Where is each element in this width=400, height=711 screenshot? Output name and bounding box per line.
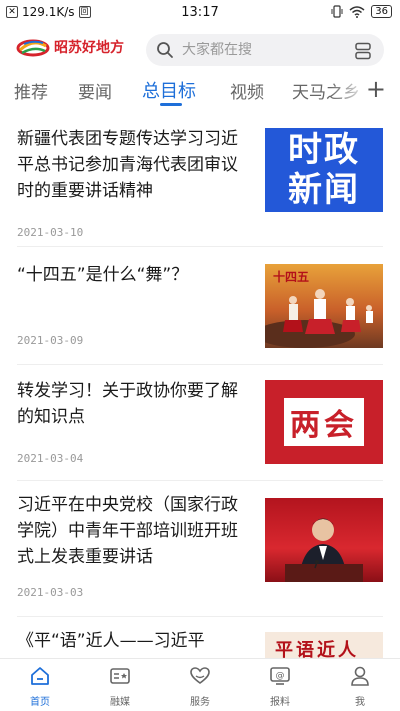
heart-hand-icon: [190, 667, 210, 684]
speaker-photo: [285, 518, 363, 582]
divider: [17, 616, 383, 617]
status-bar: ✕ 129.1K/s 回 13:17 36: [0, 0, 400, 26]
divider: [17, 480, 383, 481]
home-icon: [31, 667, 49, 685]
search-icon: [157, 42, 173, 58]
nav-label: 我: [355, 697, 365, 708]
article-date: 2021-03-04: [17, 452, 84, 465]
article-title[interactable]: 《平“语”近人——习近平: [17, 628, 253, 654]
article-date: 2021-03-09: [17, 334, 84, 347]
report-icon: @: [270, 667, 290, 685]
nav-home[interactable]: 首页: [10, 665, 70, 708]
logo-swirl-icon: [16, 39, 50, 57]
app-header: 昭苏好地方: [0, 30, 400, 70]
divider: [17, 364, 383, 365]
article-thumbnail[interactable]: 十四五: [265, 264, 383, 348]
thumb-text: 时政: [288, 130, 360, 170]
nav-label: 报料: [270, 697, 290, 708]
svg-text:@: @: [276, 671, 285, 681]
divider: [17, 246, 383, 247]
category-tabs: 推荐 要闻 总目标 视频 天马之乡 +: [0, 74, 400, 108]
article-thumbnail[interactable]: 时政 新闻: [265, 128, 383, 212]
article-title[interactable]: 新疆代表团专题传达学习习近平总书记参加青海代表团审议时的重要讲话精神: [17, 126, 253, 204]
thumb-text: 两会: [284, 398, 364, 446]
scan-icon[interactable]: [354, 42, 372, 60]
article-title[interactable]: 习近平在中央党校（国家行政学院）中青年干部培训班开班式上发表重要讲话: [17, 492, 253, 570]
nav-label: 融媒: [110, 697, 130, 708]
add-tab-icon[interactable]: +: [366, 74, 386, 104]
user-icon: [351, 666, 369, 686]
tab-general-goal[interactable]: 总目标: [142, 77, 196, 103]
nav-label: 服务: [190, 697, 210, 708]
article-feed: 新疆代表团专题传达学习习近平总书记参加青海代表团审议时的重要讲话精神 2021-…: [0, 116, 400, 658]
battery-level: 36: [371, 5, 392, 18]
vibrate-icon: [331, 5, 343, 18]
nav-report[interactable]: @ 报料: [250, 665, 310, 708]
media-icon: [110, 668, 130, 684]
article-date: 2021-03-03: [17, 586, 84, 599]
search-bar[interactable]: [146, 34, 384, 66]
article-title[interactable]: “十四五”是什么“舞”？: [17, 262, 253, 288]
logo-text: 昭苏好地方: [54, 40, 124, 56]
article-thumbnail[interactable]: [265, 498, 383, 582]
app-logo: 昭苏好地方: [16, 36, 124, 58]
dancers-image: [265, 289, 373, 348]
tab-recommend[interactable]: 推荐: [14, 78, 48, 103]
thumb-text: 新闻: [288, 170, 360, 210]
nav-me[interactable]: 我: [330, 665, 390, 708]
nav-service[interactable]: 服务: [170, 665, 230, 708]
bottom-nav: 首页 融媒 服务 @ 报料 我: [0, 658, 400, 711]
article-thumbnail[interactable]: 两会: [265, 380, 383, 464]
search-input[interactable]: [182, 42, 342, 58]
wifi-icon: [349, 5, 365, 18]
article-date: 2021-03-10: [17, 226, 84, 239]
tab-fade: [330, 74, 370, 104]
tab-news[interactable]: 要闻: [78, 78, 112, 103]
nav-label: 首页: [30, 697, 50, 708]
article-title[interactable]: 转发学习！关于政协你要了解的知识点: [17, 378, 253, 430]
nav-media[interactable]: 融媒: [90, 665, 150, 708]
tab-video[interactable]: 视频: [230, 78, 264, 103]
thumb-text: 平语近人: [275, 640, 359, 658]
status-right: 36: [331, 5, 392, 18]
active-tab-indicator: [160, 103, 182, 106]
article-thumbnail[interactable]: 平语近人: [265, 632, 383, 658]
